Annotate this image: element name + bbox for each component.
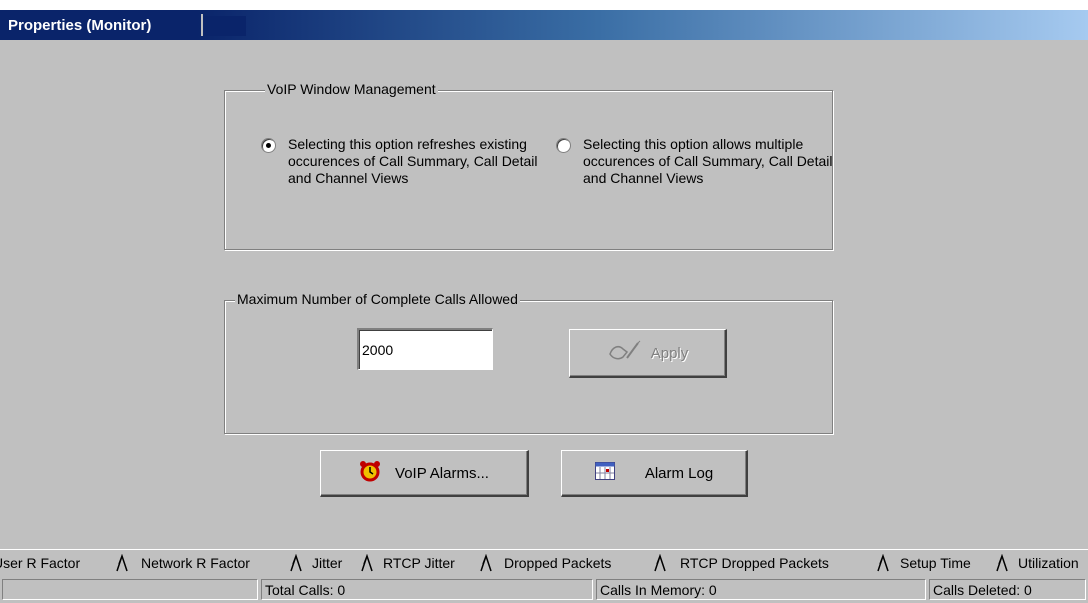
tab-jitter[interactable]: Jitter: [312, 555, 342, 571]
tab-dropped-packets[interactable]: Dropped Packets: [504, 555, 611, 571]
tab-fork-icon: [996, 554, 1008, 572]
tab-fork-icon: [480, 554, 492, 572]
tab-rtcp-dropped-packets[interactable]: RTCP Dropped Packets: [680, 555, 829, 571]
multiple-option-radio[interactable]: [556, 138, 571, 153]
group-legend: VoIP Window Management: [265, 81, 438, 97]
refresh-option-label: Selecting this option refreshes existing…: [288, 136, 538, 186]
metric-tabs: User R Factor Network R Factor Jitter RT…: [0, 549, 1088, 577]
title-bar[interactable]: Properties (Monitor): [0, 10, 1088, 40]
properties-panel: VoIP Window Management Selecting this op…: [0, 40, 1088, 576]
calendar-log-icon: [594, 462, 615, 484]
refresh-option-radio[interactable]: [261, 138, 276, 153]
title-divider: [201, 14, 203, 36]
refresh-option[interactable]: Selecting this option refreshes existing…: [261, 136, 561, 216]
tab-fork-icon: [290, 554, 302, 572]
alarm-clock-icon: [359, 460, 381, 486]
max-calls-input[interactable]: [357, 328, 493, 370]
alarm-log-label: Alarm Log: [644, 464, 714, 482]
voip-alarms-label: VoIP Alarms...: [395, 464, 489, 482]
hand-pen-icon: [607, 340, 643, 366]
apply-label: Apply: [650, 344, 689, 362]
status-calls-deleted: Calls Deleted: 0: [929, 579, 1086, 600]
tab-fork-icon: [116, 554, 128, 572]
window-top-edge: [0, 0, 1088, 10]
tab-user-r-factor[interactable]: User R Factor: [0, 555, 80, 571]
window-title: Properties (Monitor): [8, 17, 152, 34]
multiple-option-label: Selecting this option allows multiple oc…: [583, 136, 833, 186]
title-highlight: [204, 16, 246, 36]
status-bar: Total Calls: 0 Calls In Memory: 0 Calls …: [0, 576, 1088, 603]
status-empty: [2, 579, 258, 600]
tab-network-r-factor[interactable]: Network R Factor: [141, 555, 250, 571]
tab-fork-icon: [877, 554, 889, 572]
status-total-calls: Total Calls: 0: [261, 579, 593, 600]
alarm-log-button[interactable]: Alarm Log: [561, 450, 748, 497]
voip-alarms-button[interactable]: VoIP Alarms...: [320, 450, 529, 497]
tab-utilization[interactable]: Utilization: [1018, 555, 1079, 571]
status-calls-in-memory: Calls In Memory: 0: [596, 579, 926, 600]
tab-fork-icon: [654, 554, 666, 572]
voip-window-management-group: VoIP Window Management Selecting this op…: [224, 81, 833, 250]
tab-fork-icon: [361, 554, 373, 572]
tab-rtcp-jitter[interactable]: RTCP Jitter: [383, 555, 455, 571]
multiple-option[interactable]: Selecting this option allows multiple oc…: [556, 136, 856, 216]
group-legend: Maximum Number of Complete Calls Allowed: [235, 291, 520, 307]
tab-setup-time[interactable]: Setup Time: [900, 555, 971, 571]
max-calls-group: Maximum Number of Complete Calls Allowed…: [224, 291, 833, 434]
apply-button[interactable]: Apply: [569, 329, 727, 378]
